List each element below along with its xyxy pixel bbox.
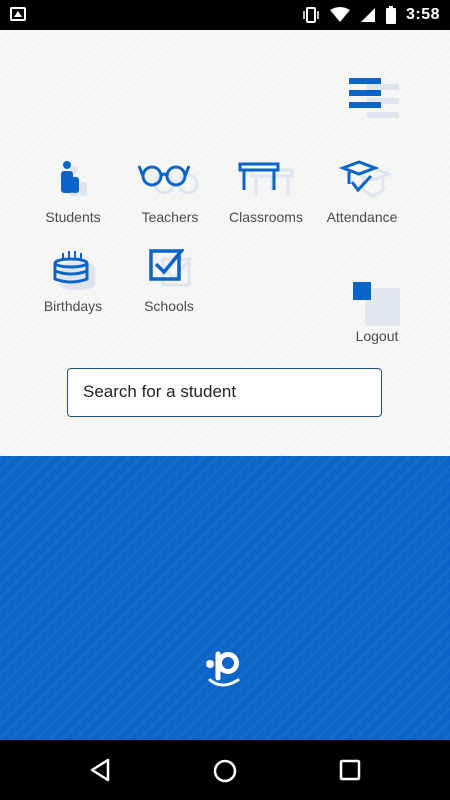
attendance-label: Attendance: [326, 209, 398, 225]
search-input[interactable]: [68, 369, 373, 415]
back-icon[interactable]: [88, 758, 112, 787]
status-bar: 3:58: [0, 0, 450, 30]
students-icon: [61, 161, 87, 196]
logout-label: Logout: [355, 328, 399, 344]
nav-tile-schools[interactable]: Schools: [124, 245, 214, 314]
nav-tile-birthdays[interactable]: Birthdays: [28, 245, 118, 314]
birthdays-label: Birthdays: [43, 298, 103, 314]
nav-tile-students[interactable]: Students: [28, 156, 118, 225]
birthday-cake-icon: [53, 251, 95, 290]
search-field[interactable]: [67, 368, 382, 417]
vibrate-icon: [302, 6, 320, 24]
nav-tile-classrooms[interactable]: Classrooms: [221, 156, 311, 225]
system-nav-bar: [0, 740, 450, 800]
schools-label: Schools: [144, 298, 194, 314]
clock-time: 3:58: [405, 6, 440, 23]
checkbox-icon: [149, 249, 193, 287]
students-label: Students: [45, 209, 101, 225]
classrooms-label: Classrooms: [229, 209, 303, 225]
brand-panel: [0, 456, 450, 740]
signal-icon: [360, 7, 376, 23]
glasses-icon: [137, 165, 199, 195]
desk-icon: [238, 162, 294, 196]
p-smile-logo: [206, 651, 240, 687]
status-icons: 3:58: [302, 0, 440, 30]
app-content: Students Teachers Classrooms Attendance …: [0, 30, 450, 456]
graduation-cap-check-icon: [338, 160, 394, 198]
teachers-label: Teachers: [141, 209, 199, 225]
hamburger-menu-icon[interactable]: [349, 78, 401, 120]
image-icon: [10, 7, 26, 21]
home-icon[interactable]: [212, 758, 238, 789]
nav-tile-attendance[interactable]: Attendance: [317, 156, 407, 225]
recents-icon[interactable]: [338, 758, 362, 787]
nav-tile-teachers[interactable]: Teachers: [125, 156, 215, 225]
wifi-icon: [329, 7, 350, 23]
battery-icon: [385, 6, 396, 24]
